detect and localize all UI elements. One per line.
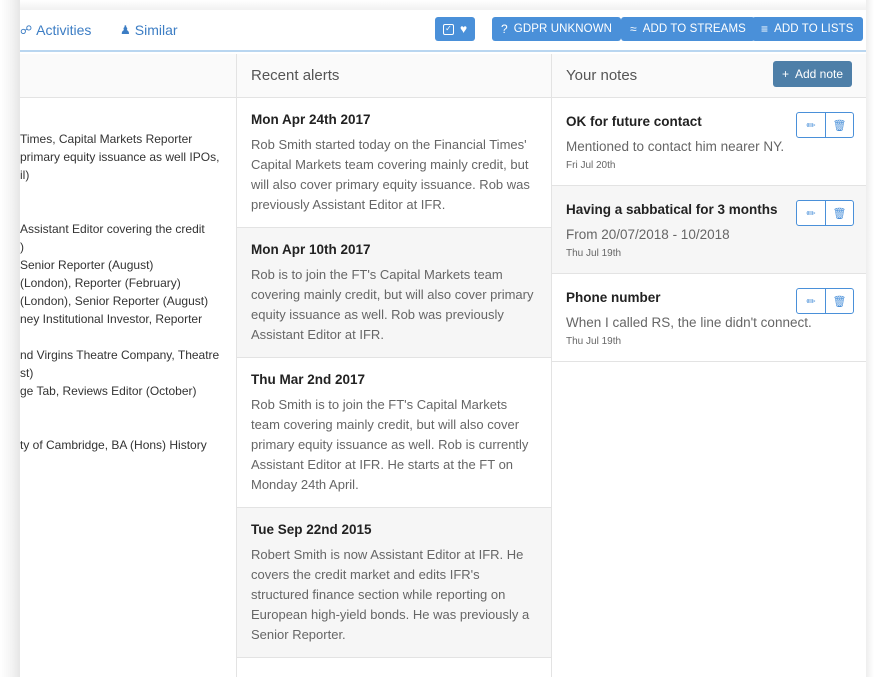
notes-header: Your notes + Add note (552, 54, 866, 98)
streams-icon: ≈ (630, 22, 637, 36)
bio-line: nd Virgins Theatre Company, Theatre (20, 348, 220, 362)
trash-icon: 🗑 (832, 207, 847, 220)
add-note-button[interactable]: + Add note (772, 61, 852, 87)
add-note-label: Add note (794, 67, 843, 81)
bio-line: Senior Reporter (August) (20, 258, 154, 272)
profile-panel: ☍ Activities ♟ Similar ✓ ♥ ? GDPR UNKNOW… (20, 10, 866, 677)
note-date: Thu Jul 19th (566, 336, 622, 347)
bio-line: il) (20, 168, 30, 182)
note-actions: ✏ 🗑 (796, 200, 854, 226)
biography-column: Times, Capital Markets Reporter primary … (20, 54, 236, 677)
note-actions: ✏ 🗑 (796, 112, 854, 138)
plus-icon: + (781, 67, 789, 81)
window-shadow-left (0, 0, 20, 677)
bio-line: Assistant Editor covering the credit (20, 222, 205, 236)
app-window: ☍ Activities ♟ Similar ✓ ♥ ? GDPR UNKNOW… (0, 0, 874, 677)
edit-note-button[interactable]: ✏ (797, 201, 825, 225)
note-item: OK for future contact Mentioned to conta… (552, 98, 866, 186)
note-body: From 20/07/2018 - 10/2018 (566, 227, 730, 242)
biography-header (20, 54, 236, 98)
bio-line: Times, Capital Markets Reporter (20, 132, 193, 146)
edit-note-button[interactable]: ✏ (797, 113, 825, 137)
add-to-lists-label: ADD TO LISTS (774, 23, 854, 35)
alert-text: Rob Smith is to join the FT's Capital Ma… (251, 397, 529, 492)
pencil-icon: ✏ (806, 119, 816, 132)
alert-item: Thu Mar 2nd 2017 Rob Smith is to join th… (237, 358, 551, 508)
trash-icon: 🗑 (832, 295, 847, 308)
note-date: Fri Jul 20th (566, 160, 616, 171)
recent-alerts-header: Recent alerts (237, 54, 551, 98)
heart-icon: ♥ (460, 22, 468, 36)
alert-text: Rob is to join the FT's Capital Markets … (251, 267, 534, 342)
alert-item: Mon Apr 10th 2017 Rob is to join the FT'… (237, 228, 551, 358)
note-item: Phone number When I called RS, the line … (552, 274, 866, 362)
alert-date: Tue Sep 22nd 2015 (251, 522, 372, 537)
bio-line: ty of Cambridge, BA (Hons) History (20, 438, 207, 452)
recent-alerts-title: Recent alerts (251, 67, 340, 84)
gdpr-button[interactable]: ? GDPR UNKNOWN (492, 17, 622, 41)
delete-note-button[interactable]: 🗑 (825, 289, 853, 313)
note-body: When I called RS, the line didn't connec… (566, 315, 812, 330)
add-to-lists-button[interactable]: ≡ ADD TO LISTS (752, 17, 863, 41)
alert-item: Tue Sep 22nd 2015 Robert Smith is now As… (237, 508, 551, 658)
window-shadow-right (866, 0, 874, 677)
bio-line: primary equity issuance as well IPOs, (20, 150, 220, 164)
pencil-icon: ✏ (806, 295, 816, 308)
note-body: Mentioned to contact him nearer NY. (566, 139, 785, 154)
checkbox-icon: ✓ (443, 23, 454, 35)
window-shadow-top (0, 0, 874, 10)
tab-activities[interactable]: ☍ Activities (20, 22, 91, 38)
alert-date: Thu Mar 2nd 2017 (251, 372, 366, 387)
alert-date: Mon Apr 10th 2017 (251, 242, 371, 257)
notes-column: Your notes + Add note OK for future cont… (552, 54, 866, 677)
alert-text: Robert Smith is now Assistant Editor at … (251, 547, 530, 642)
tab-similar-label: Similar (134, 22, 178, 38)
tab-activities-label: Activities (36, 22, 92, 38)
recent-alerts-column: Recent alerts Mon Apr 24th 2017 Rob Smit… (236, 54, 552, 677)
pencil-icon: ✏ (806, 207, 816, 220)
alert-item: Mon Apr 24th 2017 Rob Smith started toda… (237, 98, 551, 228)
question-icon: ? (501, 22, 508, 36)
bio-line: ) (20, 240, 24, 254)
bio-line: (London), Senior Reporter (August) (20, 294, 209, 308)
gdpr-label: GDPR UNKNOWN (513, 23, 613, 35)
profile-toolbar: ☍ Activities ♟ Similar ✓ ♥ ? GDPR UNKNOW… (20, 10, 866, 52)
binoculars-icon: ☍ (20, 23, 33, 37)
note-actions: ✏ 🗑 (796, 288, 854, 314)
note-item: Having a sabbatical for 3 months From 20… (552, 186, 866, 274)
bio-line: st) (20, 366, 34, 380)
add-to-streams-button[interactable]: ≈ ADD TO STREAMS (621, 17, 755, 41)
bio-line: (London), Reporter (February) (20, 276, 181, 290)
add-to-streams-label: ADD TO STREAMS (642, 23, 746, 35)
users-icon: ♟ (120, 23, 131, 37)
list-icon: ≡ (761, 22, 769, 36)
bio-line: ge Tab, Reviews Editor (October) (20, 384, 197, 398)
alert-date: Mon Apr 24th 2017 (251, 112, 371, 127)
notes-title: Your notes (566, 67, 638, 84)
delete-note-button[interactable]: 🗑 (825, 201, 853, 225)
tab-similar[interactable]: ♟ Similar (120, 22, 178, 38)
trash-icon: 🗑 (832, 119, 847, 132)
edit-note-button[interactable]: ✏ (797, 289, 825, 313)
bio-line: ney Institutional Investor, Reporter (20, 312, 203, 326)
favorite-toggle-button[interactable]: ✓ ♥ (435, 17, 476, 41)
note-date: Thu Jul 19th (566, 248, 622, 259)
alert-text: Rob Smith started today on the Financial… (251, 137, 530, 212)
delete-note-button[interactable]: 🗑 (825, 113, 853, 137)
